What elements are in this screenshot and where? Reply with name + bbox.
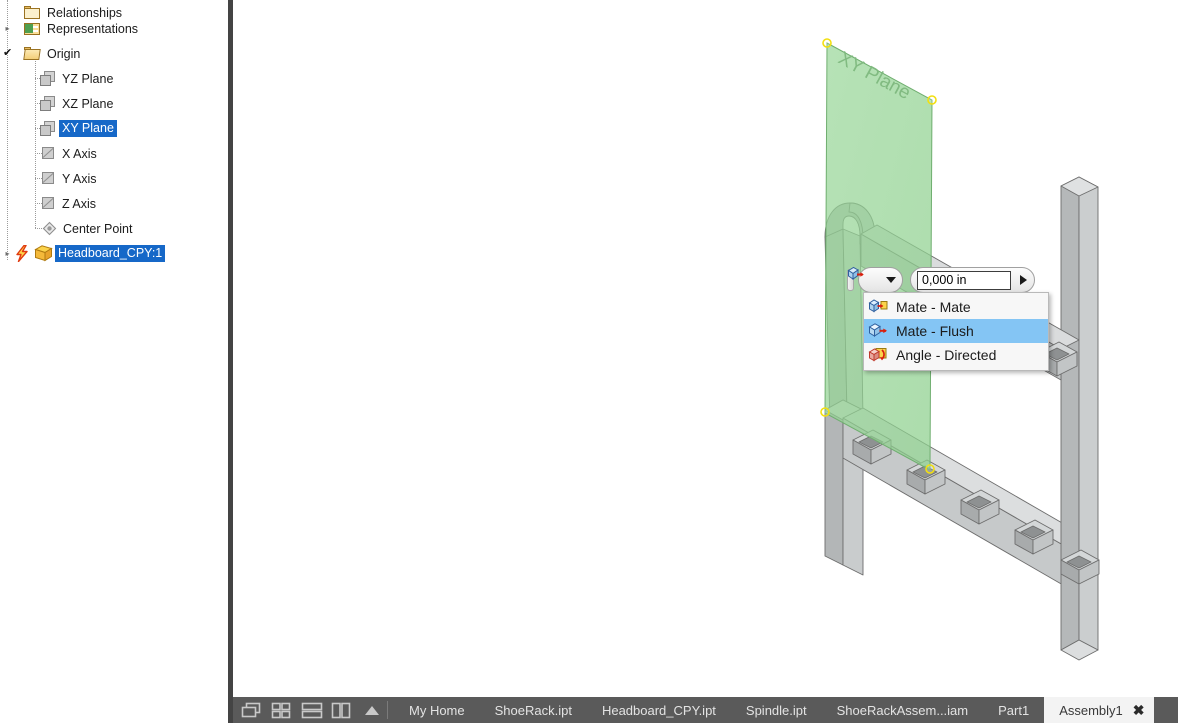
tree-item-yz-plane[interactable]: YZ Plane	[0, 66, 113, 91]
center-point-icon	[41, 221, 58, 236]
tree-item-origin[interactable]: ✔ Origin	[0, 41, 80, 66]
document-tab-spindle-ipt[interactable]: Spindle.ipt	[731, 697, 822, 723]
inventor-window: Relationships ▸ Representations ✔ Origin…	[0, 0, 1178, 723]
document-tab-label: Spindle.ipt	[745, 702, 807, 718]
mate-flush-icon	[847, 266, 884, 288]
cascade-windows-icon[interactable]	[241, 702, 263, 719]
tree-item-label: XY Plane	[59, 120, 117, 137]
part-cube-icon	[34, 245, 53, 262]
document-tab-label: Assembly1	[1059, 702, 1123, 718]
constraint-type-dropdown[interactable]: Mate - Mate Mate - Flush Angle - Directe…	[863, 292, 1049, 371]
tree-item-representations[interactable]: ▸ Representations	[0, 16, 138, 41]
tree-item-headboard-cpy-1[interactable]: ▸ Headboard_CPY:1	[0, 241, 166, 266]
tree-item-label: X Axis	[62, 146, 97, 161]
offset-value-pill	[910, 267, 1035, 293]
tree-item-label: Headboard_CPY:1	[55, 245, 166, 262]
dropdown-item-label: Angle - Directed	[896, 347, 997, 363]
dropdown-item-angle-directed[interactable]: Angle - Directed	[864, 343, 1048, 367]
tree-item-label: Origin	[47, 46, 81, 61]
tree-item-xz-plane[interactable]: XZ Plane	[0, 91, 113, 116]
tree-item-label: YZ Plane	[62, 71, 114, 86]
document-tab-shoerack-ipt[interactable]: ShoeRack.ipt	[480, 697, 587, 723]
document-tab-label: ShoeRack.ipt	[494, 702, 572, 718]
document-tab-label: Part1	[998, 702, 1030, 718]
tree-item-label: Z Axis	[62, 196, 97, 211]
document-tab-shoerackassem-iam[interactable]: ShoeRackAssem...iam	[822, 697, 984, 723]
mate-mate-icon	[868, 298, 888, 316]
tree-item-y-axis[interactable]: Y Axis	[0, 166, 97, 191]
plane-icon	[40, 95, 57, 112]
tree-item-z-axis[interactable]: Z Axis	[0, 191, 96, 216]
tree-item-label: Representations	[47, 21, 139, 36]
document-tab-headboard-cpy-ipt[interactable]: Headboard_CPY.ipt	[587, 697, 731, 723]
dropdown-item-mate-mate[interactable]: Mate - Mate	[864, 295, 1048, 319]
dropdown-item-label: Mate - Flush	[896, 323, 974, 339]
model-browser-panel[interactable]: Relationships ▸ Representations ✔ Origin…	[0, 0, 228, 723]
tile-horizontal-windows-icon[interactable]	[301, 702, 323, 719]
tree-item-center-point[interactable]: Center Point	[0, 216, 132, 241]
tree-item-xy-plane[interactable]: XY Plane	[0, 116, 117, 141]
plane-icon	[40, 120, 57, 137]
document-tab-bar: My Home ShoeRack.ipt Headboard_CPY.ipt S…	[233, 697, 1178, 723]
tile-grid-windows-icon[interactable]	[271, 702, 293, 719]
chevron-right-icon[interactable]: ▸	[2, 248, 13, 259]
representations-icon	[24, 21, 42, 37]
document-tab-label: Headboard_CPY.ipt	[601, 702, 716, 718]
chevron-right-icon	[1019, 275, 1027, 285]
tree-item-label: Center Point	[63, 221, 133, 236]
document-tab-part1[interactable]: Part1	[983, 697, 1044, 723]
offset-input[interactable]	[917, 270, 1011, 290]
triangle-up-icon[interactable]	[365, 705, 379, 715]
dropdown-item-mate-flush[interactable]: Mate - Flush	[864, 319, 1048, 343]
folder-open-icon	[23, 46, 42, 61]
document-tab-label: My Home	[409, 702, 465, 718]
document-tab-my-home[interactable]: My Home	[394, 697, 480, 723]
lightning-bolt-icon	[15, 245, 30, 262]
tree-item-label: XZ Plane	[62, 96, 114, 111]
close-icon[interactable]: ✖	[1133, 703, 1145, 717]
open-document-tabs: My Home ShoeRack.ipt Headboard_CPY.ipt S…	[394, 697, 1178, 723]
xy-work-plane[interactable]: XY Plane	[820, 38, 937, 474]
document-tab-assembly1[interactable]: Assembly1 ✖	[1044, 697, 1154, 723]
chevron-down-icon[interactable]	[886, 277, 896, 283]
apply-constraint-button[interactable]	[1015, 270, 1031, 290]
tree-item-label: Y Axis	[62, 171, 97, 186]
window-arrange-tools	[233, 697, 385, 723]
mate-flush-icon	[868, 322, 888, 340]
document-tab-label: ShoeRackAssem...iam	[836, 702, 969, 718]
constraint-type-pill	[847, 266, 903, 293]
chevron-right-icon[interactable]: ▸	[2, 23, 13, 34]
tile-vertical-windows-icon[interactable]	[331, 702, 353, 719]
expanded-check-icon[interactable]: ✔	[3, 48, 12, 59]
toolbar-divider	[387, 701, 388, 719]
angle-directed-icon	[868, 346, 888, 364]
axis-icon	[41, 171, 57, 186]
axis-icon	[41, 196, 57, 211]
constraint-mini-toolbar[interactable]	[847, 266, 1035, 294]
axis-icon	[41, 146, 57, 161]
dropdown-item-label: Mate - Mate	[896, 299, 971, 315]
constraint-type-button[interactable]	[847, 266, 898, 291]
plane-icon	[40, 70, 57, 87]
tree-item-x-axis[interactable]: X Axis	[0, 141, 97, 166]
graphics-viewport[interactable]: XY Plane 0,000 in Mate - Mate Mate - Flu…	[233, 0, 1178, 697]
